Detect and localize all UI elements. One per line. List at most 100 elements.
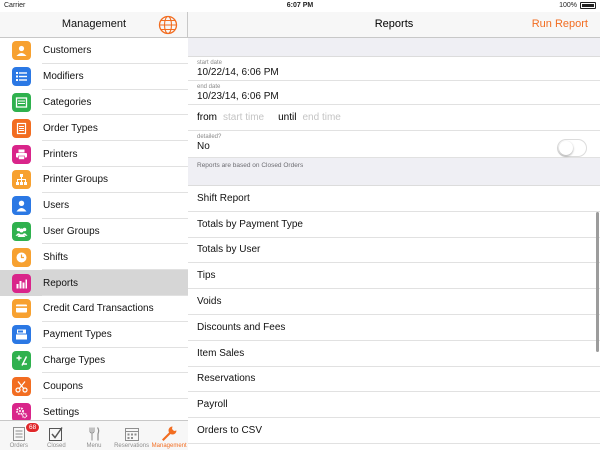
report-item-item-sales[interactable]: Item Sales bbox=[188, 341, 600, 367]
time-range-row: from start time until end time bbox=[188, 105, 600, 131]
menu-item-label: Users bbox=[43, 200, 70, 212]
start-time-input[interactable]: start time bbox=[223, 112, 264, 123]
checkbox-icon bbox=[48, 425, 64, 443]
menu-item-printer-groups[interactable]: Printer Groups bbox=[0, 166, 188, 193]
detailed-value: No bbox=[197, 141, 210, 152]
list-icon bbox=[12, 67, 31, 87]
battery-icon bbox=[580, 2, 596, 9]
report-item-totals-by-user[interactable]: Totals by User bbox=[188, 238, 600, 264]
detailed-toggle[interactable] bbox=[557, 139, 587, 157]
menu-item-label: Modifiers bbox=[43, 71, 84, 83]
report-item-tips[interactable]: Tips bbox=[188, 263, 600, 290]
closed-orders-note: Reports are based on Closed Orders bbox=[188, 158, 600, 186]
report-item-orders-to-csv[interactable]: Orders to CSV bbox=[188, 418, 600, 444]
credit-card-icon bbox=[12, 299, 31, 319]
end-date-field[interactable]: end date 10/23/14, 6:06 PM bbox=[188, 81, 600, 105]
menu-item-coupons[interactable]: Coupons bbox=[0, 373, 188, 400]
menu-item-label: Printers bbox=[43, 148, 78, 160]
tab-reservations[interactable]: Reservations bbox=[113, 421, 151, 450]
report-list: Shift Report Totals by Payment Type Tota… bbox=[188, 186, 600, 444]
tab-label: Menu bbox=[86, 443, 102, 449]
menu-item-reports[interactable]: Reports bbox=[0, 270, 188, 296]
clock-icon bbox=[12, 247, 31, 267]
menu-item-label: Shifts bbox=[43, 251, 69, 263]
menu-item-users[interactable]: Users bbox=[0, 192, 188, 219]
menu-item-credit-card-transactions[interactable]: Credit Card Transactions bbox=[0, 295, 188, 322]
menu-item-payment-types[interactable]: Payment Types bbox=[0, 321, 188, 348]
tab-bar: 68 Orders Closed Menu Reservations Manag… bbox=[0, 420, 188, 450]
tab-label: Closed bbox=[47, 443, 66, 449]
menu-item-customers[interactable]: Customers bbox=[0, 38, 188, 64]
sidebar: Management Customers Modifiers Categorie… bbox=[0, 12, 188, 450]
tab-management[interactable]: Management bbox=[150, 421, 188, 450]
plus-minus-icon bbox=[12, 350, 31, 370]
report-item-reservations[interactable]: Reservations bbox=[188, 367, 600, 393]
inbox-icon bbox=[12, 92, 31, 112]
sidebar-header: Management bbox=[0, 12, 187, 38]
tab-label: Orders bbox=[9, 443, 28, 449]
battery-indicator: 100% bbox=[559, 2, 596, 9]
menu-item-label: Credit Card Transactions bbox=[43, 303, 154, 315]
menu-item-order-types[interactable]: Order Types bbox=[0, 115, 188, 142]
hierarchy-icon bbox=[12, 170, 31, 190]
menu-item-label: Settings bbox=[43, 406, 80, 418]
report-item-discounts-and-fees[interactable]: Discounts and Fees bbox=[188, 315, 600, 341]
report-item-shift-report[interactable]: Shift Report bbox=[188, 186, 600, 212]
wrench-icon bbox=[160, 425, 178, 443]
status-bar: Carrier 6:07 PM 100% bbox=[0, 0, 600, 12]
scissors-icon bbox=[12, 376, 31, 396]
end-date-label: end date bbox=[197, 84, 221, 90]
menu-item-label: Order Types bbox=[43, 122, 98, 134]
register-icon bbox=[12, 325, 31, 345]
run-report-button[interactable]: Run Report bbox=[532, 18, 588, 30]
navigation-bar: Reports Run Report bbox=[188, 12, 600, 38]
end-date-value: 10/23/14, 6:06 PM bbox=[197, 91, 279, 102]
menu-item-categories[interactable]: Categories bbox=[0, 89, 188, 116]
reports-panel: Reports Run Report start date 10/22/14, … bbox=[188, 12, 600, 450]
start-date-field[interactable]: start date 10/22/14, 6:06 PM bbox=[188, 57, 600, 81]
report-item-totals-by-payment-type[interactable]: Totals by Payment Type bbox=[188, 212, 600, 238]
menu-item-label: Coupons bbox=[43, 380, 84, 392]
menu-item-label: Payment Types bbox=[43, 329, 112, 341]
battery-percent: 100% bbox=[559, 2, 577, 9]
menu-item-label: Customers bbox=[43, 45, 92, 57]
menu-item-label: Printer Groups bbox=[43, 174, 109, 186]
calendar-icon bbox=[124, 425, 140, 443]
menu-item-charge-types[interactable]: Charge Types bbox=[0, 347, 188, 374]
menu-item-label: Categories bbox=[43, 96, 92, 108]
gears-icon bbox=[12, 402, 31, 422]
detailed-field: detailed? No bbox=[188, 131, 600, 158]
report-item-voids[interactable]: Voids bbox=[188, 289, 600, 315]
menu-item-label: Reports bbox=[43, 277, 79, 289]
notepad-icon bbox=[12, 118, 31, 138]
start-date-value: 10/22/14, 6:06 PM bbox=[197, 67, 279, 78]
tab-label: Management bbox=[151, 443, 187, 449]
management-menu: Customers Modifiers Categories Order Typ… bbox=[0, 38, 188, 425]
menu-item-label: Charge Types bbox=[43, 354, 106, 366]
menu-item-printers[interactable]: Printers bbox=[0, 141, 188, 167]
fork-knife-icon bbox=[86, 425, 102, 443]
tab-label: Reservations bbox=[114, 443, 150, 449]
menu-item-label: User Groups bbox=[43, 225, 100, 237]
menu-item-user-groups[interactable]: User Groups bbox=[0, 218, 188, 245]
menu-item-shifts[interactable]: Shifts bbox=[0, 244, 188, 271]
until-label: until bbox=[278, 112, 297, 123]
person-icon bbox=[12, 41, 31, 61]
group-icon bbox=[12, 221, 31, 241]
section-spacer bbox=[188, 38, 600, 57]
scrollbar[interactable] bbox=[596, 212, 599, 352]
tab-orders[interactable]: 68 Orders bbox=[0, 421, 41, 450]
from-label: from bbox=[197, 112, 217, 123]
tab-closed[interactable]: Closed bbox=[38, 421, 76, 450]
start-date-label: start date bbox=[197, 60, 223, 66]
detailed-label: detailed? bbox=[197, 134, 222, 140]
clock-label: 6:07 PM bbox=[286, 2, 314, 9]
menu-item-modifiers[interactable]: Modifiers bbox=[0, 63, 188, 90]
tab-menu[interactable]: Menu bbox=[75, 421, 113, 450]
bar-chart-icon bbox=[12, 273, 31, 293]
end-time-input[interactable]: end time bbox=[302, 112, 340, 123]
printer-icon bbox=[12, 144, 31, 164]
user-icon bbox=[12, 196, 31, 216]
report-item-payroll[interactable]: Payroll bbox=[188, 392, 600, 419]
globe-icon[interactable] bbox=[158, 15, 178, 35]
